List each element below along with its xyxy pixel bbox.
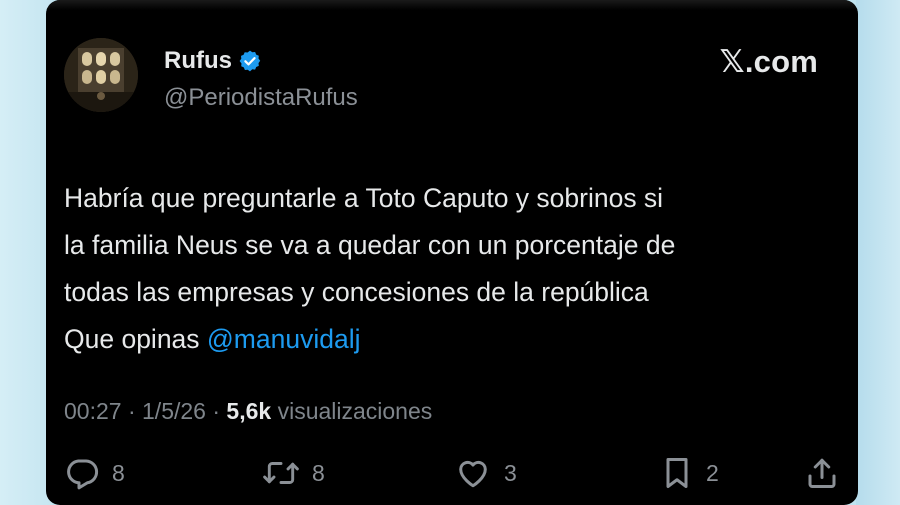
author-row: Rufus — [164, 46, 262, 76]
views-count: 5,6k — [226, 398, 272, 424]
reply-icon — [64, 455, 100, 491]
background-left-edge — [0, 0, 52, 505]
author-name[interactable]: Rufus — [164, 47, 232, 75]
reply-count: 8 — [112, 459, 125, 486]
tweet-time[interactable]: 00:27 — [64, 398, 122, 424]
retweet-count: 8 — [312, 459, 325, 486]
avatar-image — [64, 38, 138, 112]
heart-icon — [454, 455, 492, 491]
like-button[interactable]: 3 — [454, 455, 517, 491]
reply-button[interactable]: 8 — [64, 455, 125, 491]
retweet-icon — [262, 455, 300, 491]
bookmark-icon — [660, 455, 694, 491]
bookmark-button[interactable]: 2 — [660, 455, 719, 491]
retweet-button[interactable]: 8 — [262, 455, 325, 491]
tweet-card: Rufus @PeriodistaRufus 𝕏.com Habría que … — [46, 0, 858, 505]
bookmark-count: 2 — [706, 459, 719, 486]
avatar[interactable] — [64, 38, 138, 112]
tweet-line-last: Que opinas @manuvidalj — [64, 316, 844, 363]
tweet-line-text: Que opinas — [64, 324, 207, 354]
tweet-meta: 00:27 · 1/5/26 · 5,6k visualizaciones — [64, 398, 432, 425]
tweet-line: Habría que preguntarle a Toto Caputo y s… — [64, 183, 664, 213]
like-count: 3 — [504, 459, 517, 486]
tweet-text: Habría que preguntarle a Toto Caputo y s… — [64, 175, 844, 363]
share-button[interactable] — [804, 455, 840, 491]
tweet-line: la familia Neus se va a quedar con un po… — [64, 230, 676, 260]
meta-separator: · — [121, 398, 143, 424]
tweet-date[interactable]: 1/5/26 — [142, 398, 206, 424]
background-right-edge — [856, 0, 900, 505]
tweet-line: todas las empresas y concesiones de la r… — [64, 277, 649, 307]
mention-link[interactable]: @manuvidalj — [207, 324, 361, 354]
brand-logo: 𝕏.com — [719, 44, 818, 79]
verified-badge-icon — [238, 49, 262, 73]
views-label: visualizaciones — [271, 398, 433, 424]
action-bar: 8 8 3 2 — [64, 455, 844, 499]
share-icon — [804, 455, 840, 491]
author-handle[interactable]: @PeriodistaRufus — [164, 84, 358, 112]
card-top-edge — [46, 0, 858, 10]
meta-separator: · — [205, 398, 227, 424]
